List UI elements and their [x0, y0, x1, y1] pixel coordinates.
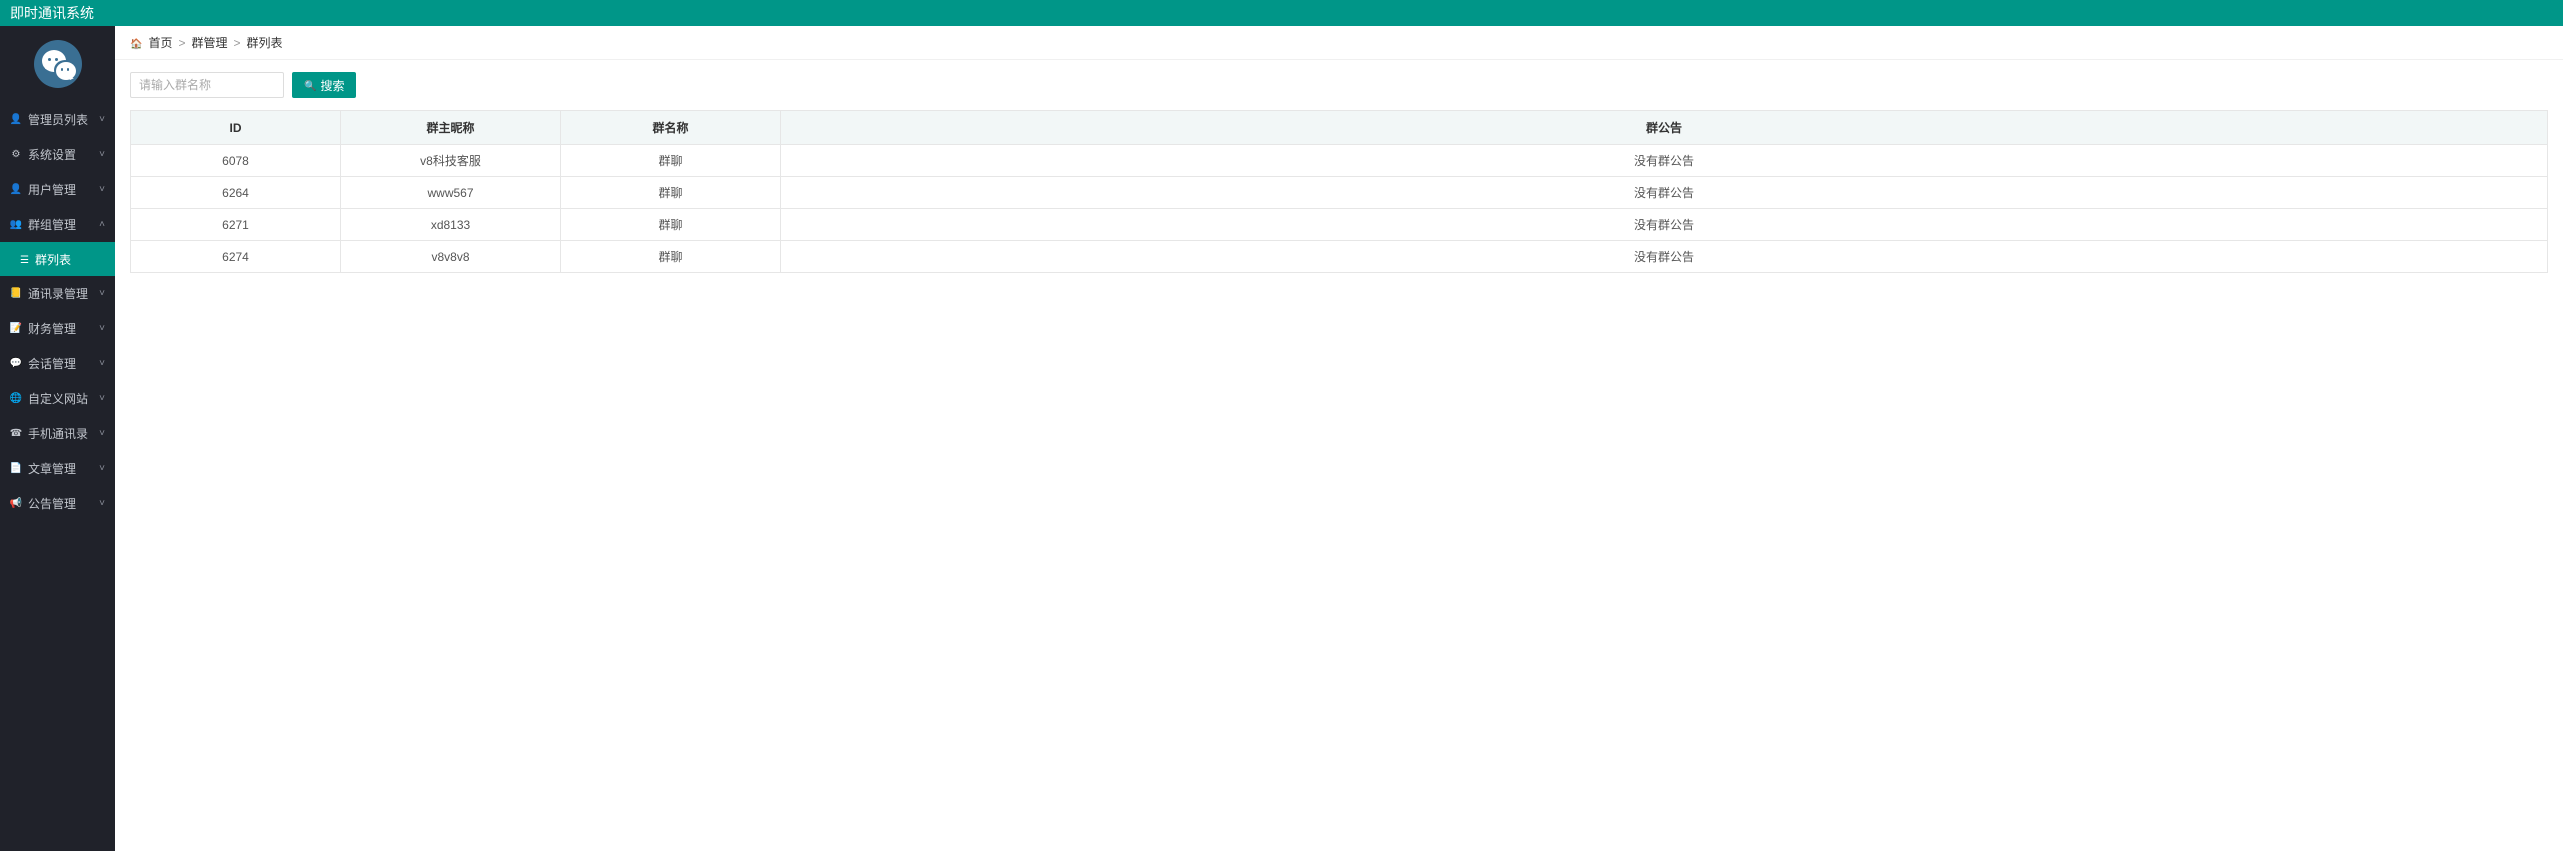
- chevron-down-icon: ˅: [99, 288, 105, 299]
- sidebar-icon: [10, 185, 22, 195]
- search-button[interactable]: 搜索: [292, 72, 356, 98]
- sidebar-icon: [10, 499, 22, 509]
- breadcrumb-home[interactable]: 首页: [148, 34, 172, 51]
- sidebar-icon: [10, 464, 22, 474]
- sidebar-subitem-label: 群列表: [35, 251, 71, 268]
- sidebar-icon: [10, 289, 22, 299]
- sidebar-item-9[interactable]: 文章管理 ˅: [0, 451, 115, 486]
- home-icon: [130, 36, 142, 50]
- sidebar-item-1[interactable]: 系统设置 ˅: [0, 137, 115, 172]
- cell-name: 群聊: [561, 177, 781, 209]
- cell-owner: v8科技客服: [341, 145, 561, 177]
- chevron-down-icon: ˅: [99, 393, 105, 404]
- cell-notice: 没有群公告: [781, 209, 2548, 241]
- app-header: 即时通讯系统: [0, 0, 2563, 26]
- sidebar-icon: [10, 220, 22, 230]
- table-wrap: ID 群主昵称 群名称 群公告 6078v8科技客服群聊没有群公告6264www…: [115, 110, 2563, 288]
- cell-name: 群聊: [561, 241, 781, 273]
- cell-notice: 没有群公告: [781, 241, 2548, 273]
- sidebar-item-5[interactable]: 财务管理 ˅: [0, 311, 115, 346]
- table-row[interactable]: 6271xd8133群聊没有群公告: [131, 209, 2548, 241]
- app-title: 即时通讯系统: [10, 5, 94, 21]
- chevron-down-icon: ˅: [99, 428, 105, 439]
- col-id: ID: [131, 111, 341, 145]
- search-button-label: 搜索: [320, 77, 344, 94]
- sidebar-icon: [10, 324, 22, 334]
- toolbar: 搜索: [115, 60, 2563, 110]
- sidebar-item-label: 通讯录管理: [28, 285, 88, 302]
- wechat-logo-icon: [34, 40, 82, 88]
- col-notice: 群公告: [781, 111, 2548, 145]
- breadcrumb-sep: >: [178, 36, 185, 50]
- search-icon: [304, 78, 316, 92]
- sidebar-item-3[interactable]: 群组管理 ˄: [0, 207, 115, 242]
- sidebar-item-8[interactable]: 手机通讯录 ˅: [0, 416, 115, 451]
- chevron-down-icon: ˅: [99, 323, 105, 334]
- sidebar-icon: [10, 115, 22, 125]
- sidebar-icon: [10, 394, 22, 404]
- chevron-down-icon: ˅: [99, 498, 105, 509]
- sidebar-nav: 管理员列表 ˅ 系统设置 ˅ 用户管理 ˅ 群组管理 ˄ 群列表通讯录管理 ˅ 财务管理 ˅ 会话管理 ˅…: [0, 102, 115, 521]
- sidebar-item-label: 用户管理: [28, 181, 76, 198]
- table-row[interactable]: 6274v8v8v8群聊没有群公告: [131, 241, 2548, 273]
- sidebar-item-4[interactable]: 通讯录管理 ˅: [0, 276, 115, 311]
- table-row[interactable]: 6078v8科技客服群聊没有群公告: [131, 145, 2548, 177]
- search-input[interactable]: [130, 72, 284, 98]
- cell-id: 6274: [131, 241, 341, 273]
- breadcrumb-sep: >: [234, 36, 241, 50]
- sidebar-item-10[interactable]: 公告管理 ˅: [0, 486, 115, 521]
- cell-owner: xd8133: [341, 209, 561, 241]
- cell-id: 6078: [131, 145, 341, 177]
- chevron-down-icon: ˅: [99, 358, 105, 369]
- sidebar-item-label: 文章管理: [28, 460, 76, 477]
- sidebar-item-label: 自定义网站: [28, 390, 88, 407]
- sidebar-item-label: 管理员列表: [28, 111, 88, 128]
- sidebar-item-7[interactable]: 自定义网站 ˅: [0, 381, 115, 416]
- table-header-row: ID 群主昵称 群名称 群公告: [131, 111, 2548, 145]
- table-body: 6078v8科技客服群聊没有群公告6264www567群聊没有群公告6271xd…: [131, 145, 2548, 273]
- chevron-up-icon: ˄: [99, 219, 105, 230]
- sidebar: 管理员列表 ˅ 系统设置 ˅ 用户管理 ˅ 群组管理 ˄ 群列表通讯录管理 ˅ 财务管理 ˅ 会话管理 ˅…: [0, 26, 115, 851]
- sidebar-item-0[interactable]: 管理员列表 ˅: [0, 102, 115, 137]
- table-row[interactable]: 6264www567群聊没有群公告: [131, 177, 2548, 209]
- sidebar-item-label: 系统设置: [28, 146, 76, 163]
- list-icon: [20, 252, 29, 266]
- sidebar-subitem-3-0[interactable]: 群列表: [0, 242, 115, 276]
- sidebar-icon: [10, 429, 22, 439]
- sidebar-icon: [10, 359, 22, 369]
- sidebar-item-label: 群组管理: [28, 216, 76, 233]
- cell-owner: www567: [341, 177, 561, 209]
- cell-owner: v8v8v8: [341, 241, 561, 273]
- sidebar-item-label: 手机通讯录: [28, 425, 88, 442]
- col-owner: 群主昵称: [341, 111, 561, 145]
- main-content: 首页 > 群管理 > 群列表 搜索 ID 群主昵称 群名称 群公告: [115, 26, 2563, 851]
- breadcrumb: 首页 > 群管理 > 群列表: [115, 26, 2563, 60]
- cell-notice: 没有群公告: [781, 177, 2548, 209]
- cell-name: 群聊: [561, 145, 781, 177]
- col-name: 群名称: [561, 111, 781, 145]
- sidebar-item-label: 财务管理: [28, 320, 76, 337]
- breadcrumb-item-0[interactable]: 群管理: [191, 34, 227, 51]
- sidebar-item-label: 公告管理: [28, 495, 76, 512]
- cell-notice: 没有群公告: [781, 145, 2548, 177]
- cell-id: 6264: [131, 177, 341, 209]
- sidebar-icon: [10, 150, 22, 160]
- chevron-down-icon: ˅: [99, 149, 105, 160]
- app-container: 管理员列表 ˅ 系统设置 ˅ 用户管理 ˅ 群组管理 ˄ 群列表通讯录管理 ˅ 财务管理 ˅ 会话管理 ˅…: [0, 26, 2563, 851]
- logo-wrap: [0, 26, 115, 102]
- breadcrumb-item-1[interactable]: 群列表: [247, 34, 283, 51]
- sidebar-item-2[interactable]: 用户管理 ˅: [0, 172, 115, 207]
- group-table: ID 群主昵称 群名称 群公告 6078v8科技客服群聊没有群公告6264www…: [130, 110, 2548, 273]
- chevron-down-icon: ˅: [99, 114, 105, 125]
- sidebar-item-6[interactable]: 会话管理 ˅: [0, 346, 115, 381]
- sidebar-item-label: 会话管理: [28, 355, 76, 372]
- chevron-down-icon: ˅: [99, 463, 105, 474]
- cell-name: 群聊: [561, 209, 781, 241]
- cell-id: 6271: [131, 209, 341, 241]
- chevron-down-icon: ˅: [99, 184, 105, 195]
